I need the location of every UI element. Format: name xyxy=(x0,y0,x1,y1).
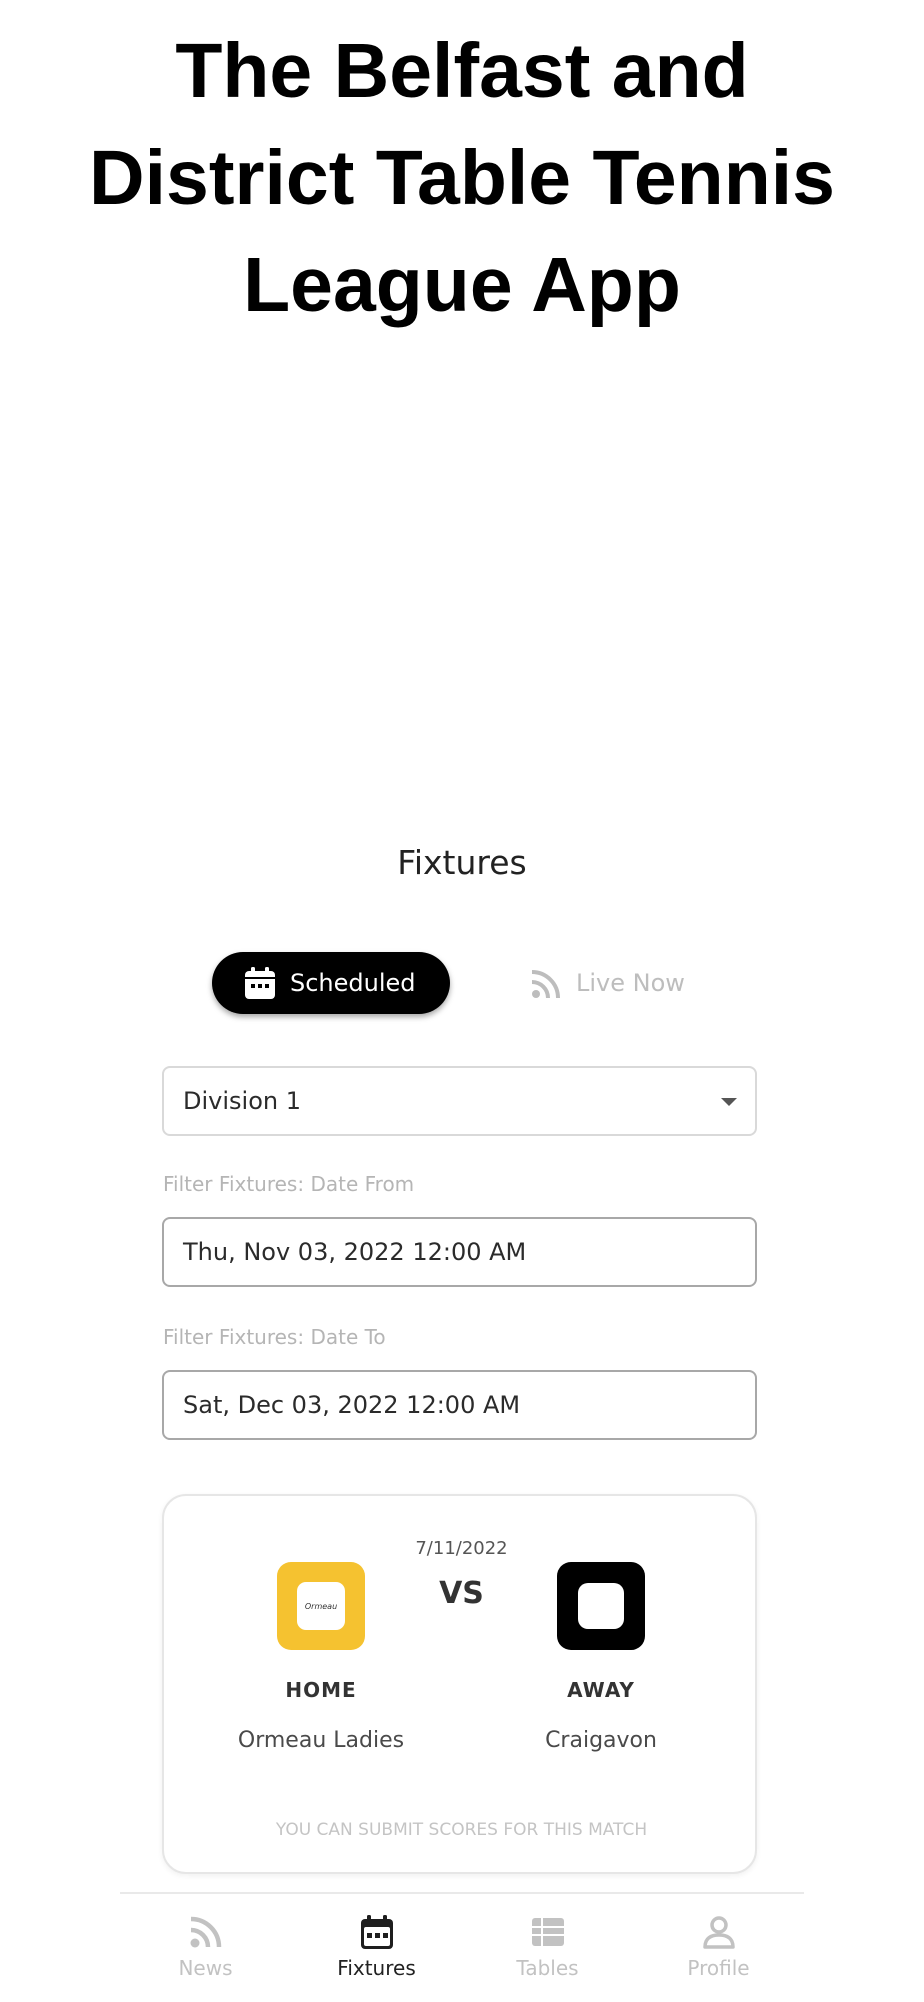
rss-feed-icon xyxy=(190,1916,222,1948)
nav-tab-news-label: News xyxy=(178,1956,233,1980)
fixtures-segmented-control: Scheduled Live Now xyxy=(212,952,712,1014)
home-side-label: HOME xyxy=(285,1678,357,1702)
home-team-logo: Ormeau xyxy=(277,1562,365,1650)
division-select[interactable]: Division 1 xyxy=(162,1066,757,1136)
nav-tab-tables[interactable]: Tables xyxy=(462,1894,633,2002)
home-team-name: Ormeau Ladies xyxy=(237,1728,405,1753)
headline-line-3: League App xyxy=(243,242,681,328)
date-to-value: Sat, Dec 03, 2022 12:00 AM xyxy=(183,1391,521,1419)
fixture-date: 7/11/2022 xyxy=(415,1538,508,1559)
dropdown-caret-icon xyxy=(721,1098,737,1106)
date-from-field[interactable]: Thu, Nov 03, 2022 12:00 AM xyxy=(162,1217,757,1287)
bottom-tab-bar: News Fixtures Tables Profile xyxy=(120,1892,804,2002)
calendar-icon xyxy=(361,1915,393,1949)
away-team-logo xyxy=(557,1562,645,1650)
calendar-icon xyxy=(245,967,275,999)
nav-tab-profile[interactable]: Profile xyxy=(633,1894,804,2002)
submit-scores-note: YOU CAN SUBMIT SCORES FOR THIS MATCH xyxy=(275,1820,648,1840)
page-title: Fixtures xyxy=(397,843,527,882)
date-to-label: Filter Fixtures: Date To xyxy=(163,1325,386,1349)
nav-tab-profile-label: Profile xyxy=(687,1956,750,1980)
away-side-label: AWAY xyxy=(567,1678,635,1702)
rss-feed-icon xyxy=(531,970,560,999)
headline-line-1: The Belfast and xyxy=(175,28,749,114)
tab-live-now[interactable]: Live Now xyxy=(530,952,710,1014)
table-list-icon xyxy=(532,1918,564,1946)
home-team-logo-mark: Ormeau xyxy=(297,1582,345,1630)
headline-line-2: District Table Tennis xyxy=(89,135,835,221)
date-from-label: Filter Fixtures: Date From xyxy=(163,1172,415,1196)
promo-headline: The Belfast and District Table Tennis Le… xyxy=(0,18,924,339)
tab-live-now-label: Live Now xyxy=(576,969,685,997)
versus-label: VS xyxy=(439,1576,484,1611)
nav-tab-fixtures-label: Fixtures xyxy=(337,1956,416,1980)
tab-scheduled-label: Scheduled xyxy=(290,969,416,997)
user-icon xyxy=(703,1916,735,1949)
fixture-card[interactable]: 7/11/2022 VS Ormeau HOME AWAY Ormeau Lad… xyxy=(162,1494,757,1874)
nav-tab-tables-label: Tables xyxy=(516,1956,579,1980)
nav-tab-news[interactable]: News xyxy=(120,1894,291,2002)
tab-scheduled[interactable]: Scheduled xyxy=(212,952,450,1014)
nav-tab-fixtures[interactable]: Fixtures xyxy=(291,1894,462,2002)
away-team-name: Craigavon xyxy=(545,1728,657,1753)
division-select-value: Division 1 xyxy=(183,1087,301,1115)
date-to-field[interactable]: Sat, Dec 03, 2022 12:00 AM xyxy=(162,1370,757,1440)
away-team-logo-mark xyxy=(578,1583,624,1629)
date-from-value: Thu, Nov 03, 2022 12:00 AM xyxy=(183,1238,527,1266)
